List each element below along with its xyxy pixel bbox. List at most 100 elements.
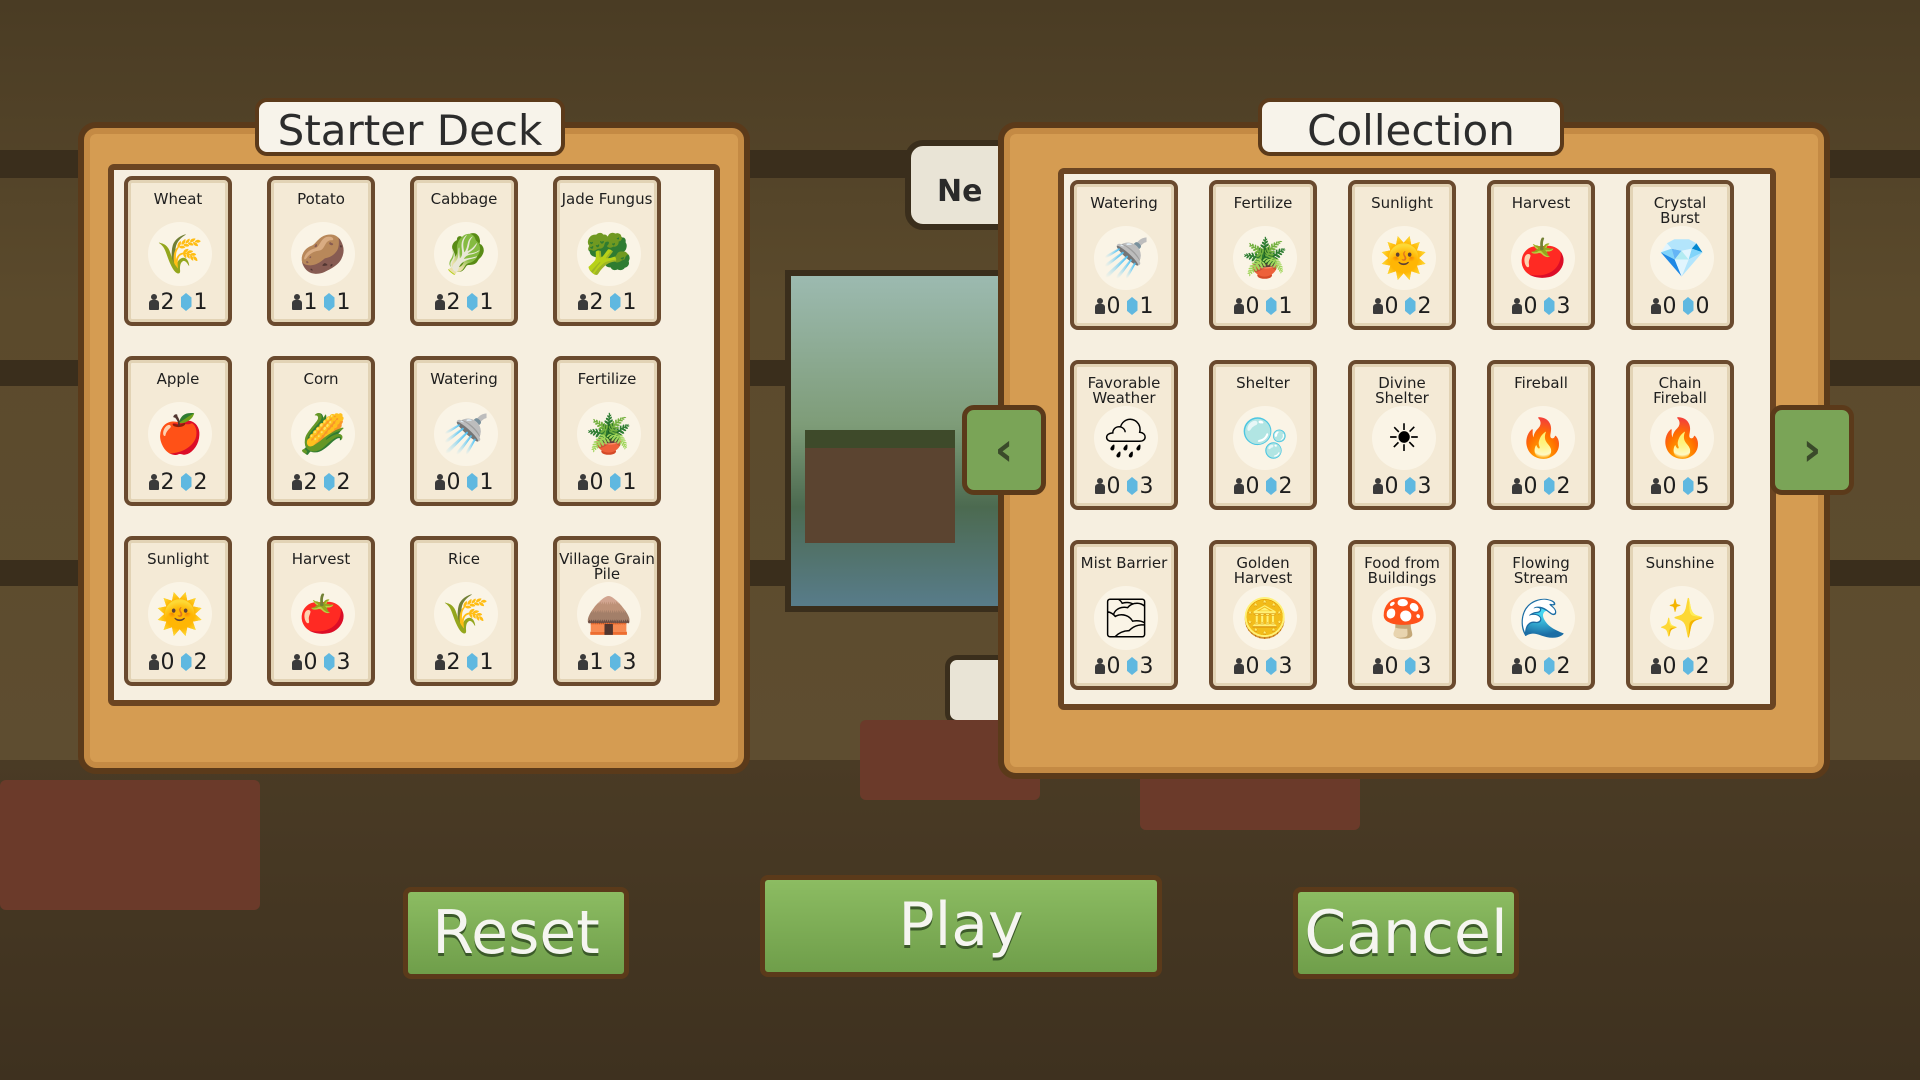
harvest-icon: 🍅 xyxy=(291,582,355,646)
crystal-cost: 3 xyxy=(622,649,637,675)
crystal-cost: 3 xyxy=(336,649,351,675)
card-divine-shelter[interactable]: Divine Shelter ☀ 0 3 xyxy=(1348,360,1456,510)
crystal-icon xyxy=(1543,657,1555,675)
card-weather[interactable]: Favorable Weather 🌧 0 3 xyxy=(1070,360,1178,510)
crystal-cost: 3 xyxy=(1556,293,1571,319)
crystal-icon xyxy=(180,473,192,491)
card-mist-barrier[interactable]: Mist Barrier 🌫 0 3 xyxy=(1070,540,1178,690)
cancel-button[interactable]: Cancel xyxy=(1293,887,1519,979)
card-cabbage[interactable]: Cabbage 🥬 2 1 xyxy=(410,176,518,326)
people-cost: 2 xyxy=(160,469,175,495)
card-costs: 03 xyxy=(1074,474,1174,499)
card-costs: 03 xyxy=(1491,293,1591,319)
card-rice[interactable]: Rice 🌾 2 1 xyxy=(410,536,518,686)
person-icon xyxy=(1650,478,1661,494)
card-name: Mist Barrier xyxy=(1080,554,1168,572)
collection-grid: Watering 🚿 0 1 Fertilize 🪴 0 1 Sunlight 🌞 0 2 Harves… xyxy=(1058,168,1776,710)
crystal-icon xyxy=(323,473,335,491)
sunlight-icon: 🌞 xyxy=(148,582,212,646)
card-golden-harvest[interactable]: Golden Harvest 🪙 0 3 xyxy=(1209,540,1317,690)
person-icon xyxy=(1372,658,1383,674)
card-stream[interactable]: Flowing Stream 🌊 0 2 xyxy=(1487,540,1595,690)
people-cost: 2 xyxy=(303,469,318,495)
card-chain-fireball[interactable]: Chain Fireball 🔥 0 5 xyxy=(1626,360,1734,510)
card-corn[interactable]: Corn 🌽 2 2 xyxy=(267,356,375,506)
card-watering[interactable]: Watering 🚿 0 1 xyxy=(410,356,518,506)
apple-icon: 🍎 xyxy=(148,402,212,466)
crystal-cost: 1 xyxy=(479,469,494,495)
card-costs: 22 xyxy=(128,469,228,495)
crystal-cost: 2 xyxy=(1556,473,1571,499)
people-cost: 0 xyxy=(1384,473,1399,499)
card-watering[interactable]: Watering 🚿 0 1 xyxy=(1070,180,1178,330)
card-name: Watering xyxy=(430,370,498,388)
card-food-building[interactable]: Food from Buildings 🍄 0 3 xyxy=(1348,540,1456,690)
person-icon xyxy=(1094,478,1105,494)
card-name: Sunshine xyxy=(1645,554,1715,572)
crystal-cost: 1 xyxy=(1139,293,1154,319)
people-cost: 0 xyxy=(160,649,175,675)
card-apple[interactable]: Apple 🍎 2 2 xyxy=(124,356,232,506)
crystal-icon xyxy=(466,293,478,311)
reset-button[interactable]: Reset xyxy=(403,887,629,979)
crystal-cost: 3 xyxy=(1417,653,1432,679)
card-name: Shelter xyxy=(1236,374,1290,392)
card-name: Potato xyxy=(297,190,345,208)
card-sunlight[interactable]: Sunlight 🌞 0 2 xyxy=(124,536,232,686)
people-cost: 2 xyxy=(446,289,461,315)
crystal-icon xyxy=(1126,657,1138,675)
card-name: Fertilize xyxy=(577,370,637,388)
crystal-cost: 1 xyxy=(622,289,637,315)
crystal-icon xyxy=(1682,477,1694,495)
cabbage-icon: 🥬 xyxy=(434,222,498,286)
people-cost: 0 xyxy=(1106,653,1121,679)
play-button[interactable]: Play xyxy=(760,875,1162,977)
person-icon xyxy=(1094,658,1105,674)
card-name: Corn xyxy=(303,370,339,388)
crystal-cost: 3 xyxy=(1278,653,1293,679)
card-costs: 13 xyxy=(557,649,657,675)
crystal-icon xyxy=(1404,297,1416,315)
people-cost: 0 xyxy=(1523,293,1538,319)
prev-page-button[interactable]: ‹ xyxy=(962,405,1046,495)
person-icon xyxy=(577,654,588,670)
crystal-icon xyxy=(1265,297,1277,315)
card-sunlight[interactable]: Sunlight 🌞 0 2 xyxy=(1348,180,1456,330)
card-costs: 21 xyxy=(557,289,657,315)
card-potato[interactable]: Potato 🥔 1 1 xyxy=(267,176,375,326)
card-harvest[interactable]: Harvest 🍅 0 3 xyxy=(1487,180,1595,330)
card-fertilize[interactable]: Fertilize 🪴 0 1 xyxy=(553,356,661,506)
people-cost: 0 xyxy=(1106,293,1121,319)
potato-icon: 🥔 xyxy=(291,222,355,286)
card-sunshine[interactable]: Sunshine ✨ 0 2 xyxy=(1626,540,1734,690)
crystal-icon xyxy=(609,293,621,311)
people-cost: 0 xyxy=(1384,653,1399,679)
card-costs: 02 xyxy=(1630,654,1730,679)
crystal-icon xyxy=(466,653,478,671)
card-grain-pile[interactable]: Village Grain Pile 🛖 1 3 xyxy=(553,536,661,686)
card-costs: 02 xyxy=(128,649,228,675)
card-crystal-burst[interactable]: Crystal Burst 💎 0 0 xyxy=(1626,180,1734,330)
weather-icon: 🌧 xyxy=(1094,406,1158,470)
card-shelter[interactable]: Shelter 🫧 0 2 xyxy=(1209,360,1317,510)
card-name: Sunlight xyxy=(147,550,209,568)
starter-deck-grid: Wheat 🌾 2 1 Potato 🥔 1 1 Cabbage 🥬 2 1 Jade Fungus 🥦 2… xyxy=(108,164,720,706)
person-icon xyxy=(148,294,159,310)
people-cost: 0 xyxy=(589,469,604,495)
next-page-button[interactable]: › xyxy=(1770,405,1854,495)
card-jade-fungus[interactable]: Jade Fungus 🥦 2 1 xyxy=(553,176,661,326)
person-icon xyxy=(1372,478,1383,494)
person-icon xyxy=(1233,478,1244,494)
card-name: Crystal Burst xyxy=(1653,194,1707,227)
card-name: Golden Harvest xyxy=(1233,554,1293,587)
card-harvest[interactable]: Harvest 🍅 0 3 xyxy=(267,536,375,686)
card-costs: 11 xyxy=(271,290,371,315)
card-fertilize[interactable]: Fertilize 🪴 0 1 xyxy=(1209,180,1317,330)
crystal-icon xyxy=(1265,657,1277,675)
people-cost: 0 xyxy=(1245,653,1260,679)
card-fireball[interactable]: Fireball 🔥 0 2 xyxy=(1487,360,1595,510)
card-wheat[interactable]: Wheat 🌾 2 1 xyxy=(124,176,232,326)
rice-icon: 🌾 xyxy=(434,582,498,646)
person-icon xyxy=(434,294,445,310)
crystal-icon xyxy=(609,473,621,491)
